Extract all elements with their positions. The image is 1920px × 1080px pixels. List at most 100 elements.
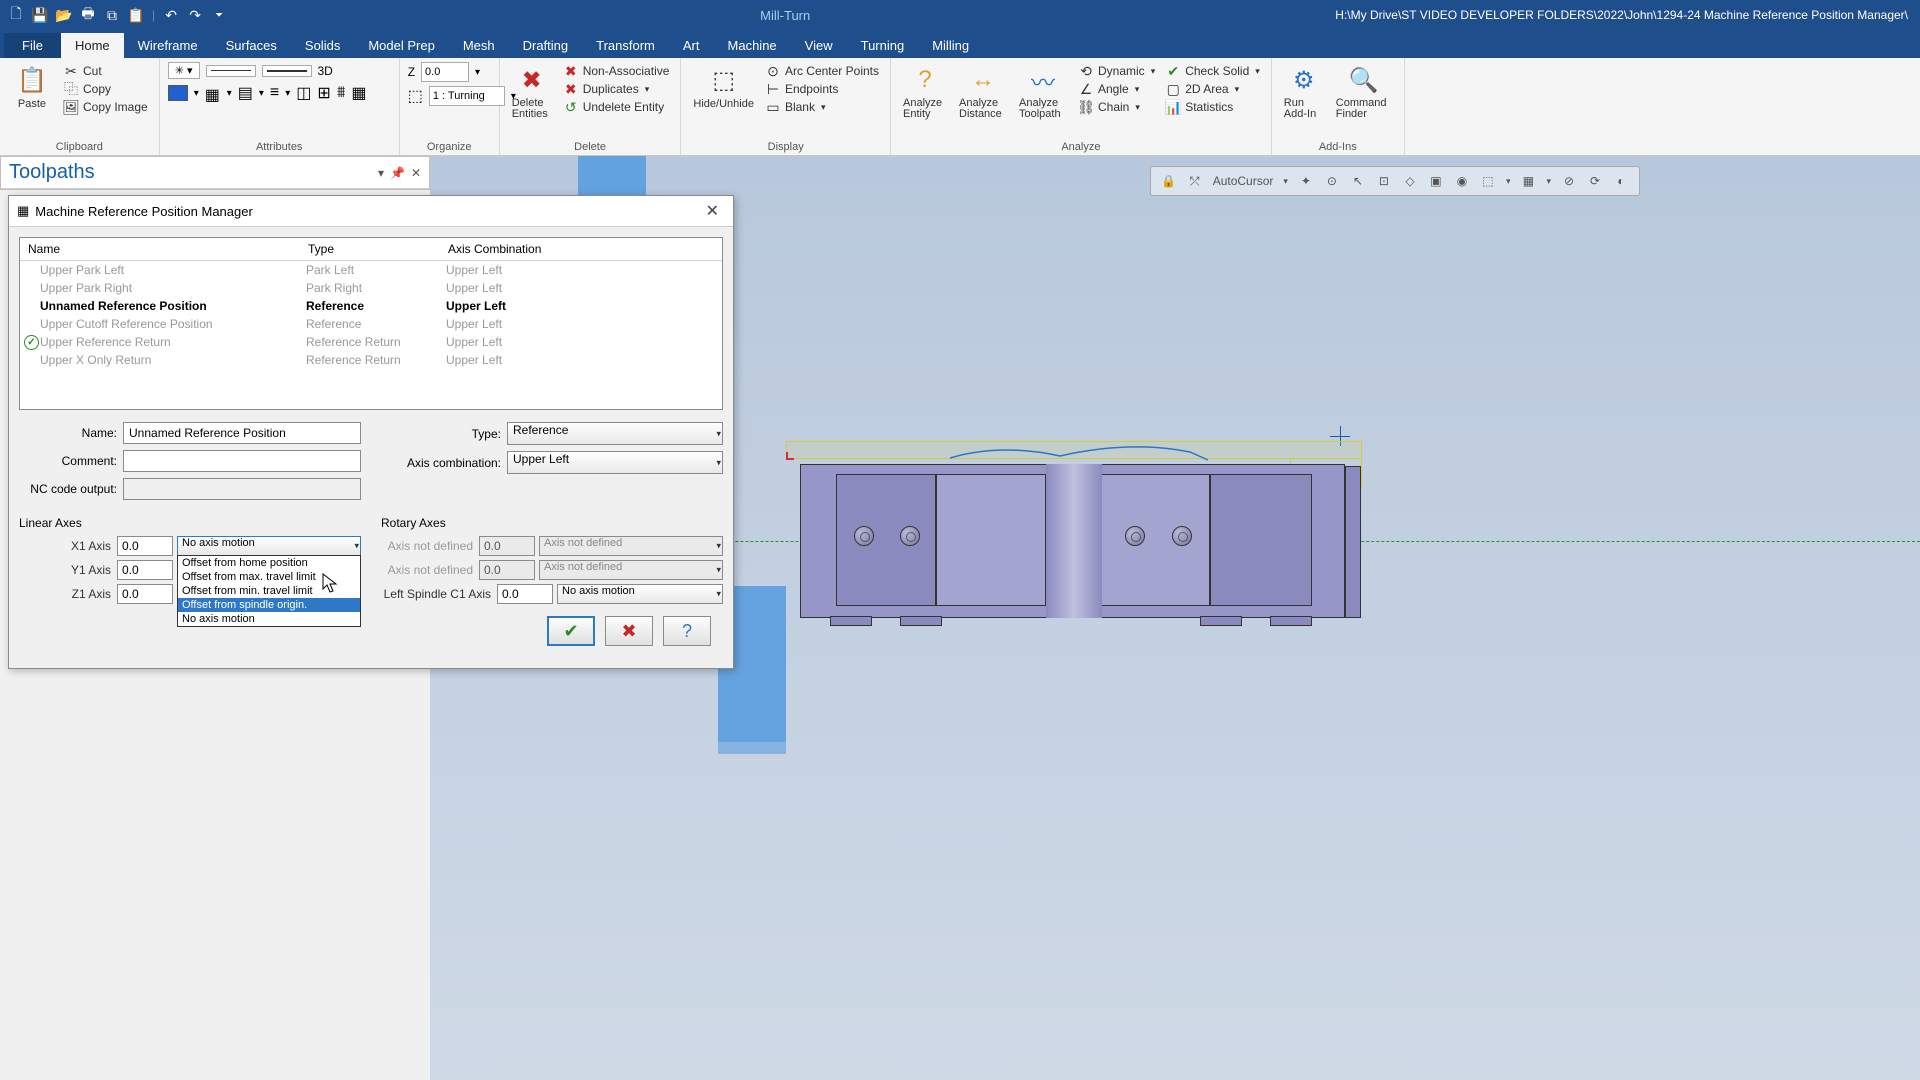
sel-icon-6[interactable]: ▣ [1428, 173, 1444, 189]
dropdown-option[interactable]: No axis motion [178, 612, 360, 626]
tab-art[interactable]: Art [669, 33, 714, 58]
panel-close-icon[interactable]: ✕ [411, 166, 421, 180]
delete-entities-button[interactable]: ✖ Delete Entities [508, 62, 556, 122]
selection-toolbar[interactable]: 🔒 ⤱ AutoCursor ▾ ✦ ⊙ ↖ ⊡ ◇ ▣ ◉ ⬚ ▾ ▦ ▾ ⊘… [1150, 166, 1640, 196]
attr-icon8[interactable]: ▦ [351, 83, 366, 103]
dialog-title-bar[interactable]: ▦Machine Reference Position Manager ✕ [9, 196, 733, 227]
arccenter-button[interactable]: ⊙Arc Center Points [762, 62, 882, 80]
tab-transform[interactable]: Transform [582, 33, 669, 58]
list-row[interactable]: Upper X Only ReturnReference ReturnUpper… [20, 351, 722, 369]
new-file-icon[interactable]: 🗋 [8, 7, 24, 23]
list-row[interactable]: Upper Park RightPark RightUpper Left [20, 279, 722, 297]
line-style-dropdown[interactable] [206, 65, 256, 77]
lock-icon[interactable]: 🔒 [1161, 173, 1177, 189]
nonassoc-button[interactable]: ✖Non-Associative [560, 62, 673, 80]
clipboard-small-icon[interactable]: 📋 [128, 7, 144, 23]
tab-file[interactable]: File [4, 33, 61, 58]
redo-icon[interactable]: ↷ [187, 7, 203, 23]
sel-icon-10[interactable]: ⊘ [1561, 173, 1577, 189]
sel-icon-4[interactable]: ⊡ [1376, 173, 1392, 189]
plane-select[interactable] [429, 86, 505, 106]
paste-button[interactable]: 📋 Paste [8, 62, 56, 116]
panel-menu-icon[interactable]: ▾ [378, 166, 384, 180]
tab-view[interactable]: View [791, 33, 847, 58]
dynamic-button[interactable]: ⟲Dynamic▾ [1075, 62, 1158, 80]
cursor-mode-icon[interactable]: ⤱ [1187, 173, 1203, 189]
screenshot-icon[interactable]: ⧉ [104, 7, 120, 23]
cut-button[interactable]: ✂Cut [60, 62, 151, 80]
tab-wireframe[interactable]: Wireframe [124, 33, 212, 58]
print-icon[interactable]: 🖶 [80, 7, 96, 23]
area-button[interactable]: ▢2D Area▾ [1162, 80, 1263, 98]
run-addin-button[interactable]: ⚙ Run Add-In [1280, 62, 1328, 122]
angle-button[interactable]: ∠Angle▾ [1075, 80, 1158, 98]
undelete-button[interactable]: ↺Undelete Entity [560, 98, 673, 116]
tab-machine[interactable]: Machine [714, 33, 791, 58]
qat-more-icon[interactable]: ⏷ [211, 7, 227, 23]
panel-pin-icon[interactable]: 📌 [390, 166, 405, 180]
tab-mesh[interactable]: Mesh [449, 33, 509, 58]
combo-select[interactable]: Upper Left [507, 451, 723, 474]
x1-dropdown[interactable]: Offset from home positionOffset from max… [177, 555, 361, 627]
z1-value[interactable] [117, 584, 173, 604]
command-finder-button[interactable]: 🔍 Command Finder [1332, 62, 1396, 122]
statistics-button[interactable]: 📊Statistics [1162, 98, 1263, 116]
list-row[interactable]: Unnamed Reference PositionReferenceUpper… [20, 297, 722, 315]
color-swatch[interactable] [168, 85, 188, 101]
attr-icon6[interactable]: ⊞ [317, 83, 330, 103]
level-icon[interactable]: ▤ [238, 83, 253, 103]
sel-icon-12[interactable]: ◐ [1613, 173, 1629, 189]
blank-button[interactable]: ▭Blank▾ [762, 98, 882, 116]
dropdown-option[interactable]: Offset from max. travel limit [178, 570, 360, 584]
type-select[interactable]: Reference [507, 422, 723, 445]
tab-drafting[interactable]: Drafting [509, 33, 583, 58]
tab-milling[interactable]: Milling [918, 33, 983, 58]
point-style-dropdown[interactable]: ✳ ▾ [168, 62, 200, 79]
tab-home[interactable]: Home [61, 33, 124, 58]
c1-select[interactable]: No axis motion [557, 584, 723, 604]
list-row[interactable]: Upper Park LeftPark LeftUpper Left [20, 261, 722, 279]
name-input[interactable] [123, 422, 361, 444]
sel-icon-9[interactable]: ▦ [1520, 173, 1536, 189]
open-icon[interactable]: 📂 [56, 7, 72, 23]
ok-button[interactable]: ✔ [547, 616, 595, 646]
sel-icon-11[interactable]: ⟳ [1587, 173, 1603, 189]
tab-modelprep[interactable]: Model Prep [354, 33, 448, 58]
attr-icon4[interactable]: ≡ [270, 84, 279, 102]
cancel-button[interactable]: ✖ [605, 616, 653, 646]
save-icon[interactable]: 💾 [32, 7, 48, 23]
hide-unhide-button[interactable]: ⬚ Hide/Unhide [689, 62, 758, 116]
sel-icon-3[interactable]: ↖ [1350, 173, 1366, 189]
sel-icon-1[interactable]: ✦ [1298, 173, 1314, 189]
layer-icon[interactable]: ▦ [205, 85, 221, 101]
dialog-close-button[interactable]: ✕ [700, 201, 725, 221]
sel-icon-2[interactable]: ⊙ [1324, 173, 1340, 189]
c1-value[interactable] [497, 584, 553, 604]
z-input[interactable] [421, 62, 469, 82]
line-width-dropdown[interactable] [262, 65, 312, 77]
copy-button[interactable]: ⿻Copy [60, 80, 151, 98]
endpoints-button[interactable]: ⊢Endpoints [762, 80, 882, 98]
x1-value[interactable] [117, 536, 173, 556]
dropdown-option[interactable]: Offset from min. travel limit [178, 584, 360, 598]
position-list[interactable]: Name Type Axis Combination Upper Park Le… [19, 237, 723, 410]
undo-icon[interactable]: ↶ [163, 7, 179, 23]
attr-icon7[interactable]: ⩩ [337, 84, 346, 102]
sel-icon-5[interactable]: ◇ [1402, 173, 1418, 189]
sel-icon-8[interactable]: ⬚ [1480, 173, 1496, 189]
analyze-distance-button[interactable]: ↔ Analyze Distance [955, 62, 1011, 122]
y1-value[interactable] [117, 560, 173, 580]
attr-icon5[interactable]: ◫ [296, 83, 311, 103]
analyze-toolpath-button[interactable]: 〰 Analyze Toolpath [1015, 62, 1071, 122]
dropdown-option[interactable]: Offset from home position [178, 556, 360, 570]
list-row[interactable]: Upper Cutoff Reference PositionReference… [20, 315, 722, 333]
tab-solids[interactable]: Solids [291, 33, 354, 58]
list-row[interactable]: Upper Reference ReturnReference ReturnUp… [20, 333, 722, 351]
x1-select[interactable]: No axis motion [177, 536, 361, 556]
checksolid-button[interactable]: ✔Check Solid▾ [1162, 62, 1263, 80]
tab-turning[interactable]: Turning [847, 33, 919, 58]
copyimage-button[interactable]: 🖼Copy Image [60, 98, 151, 116]
chain-button[interactable]: ⛓Chain▾ [1075, 98, 1158, 116]
analyze-entity-button[interactable]: ? Analyze Entity [899, 62, 951, 122]
dropdown-option[interactable]: Offset from spindle origin. [178, 598, 360, 612]
